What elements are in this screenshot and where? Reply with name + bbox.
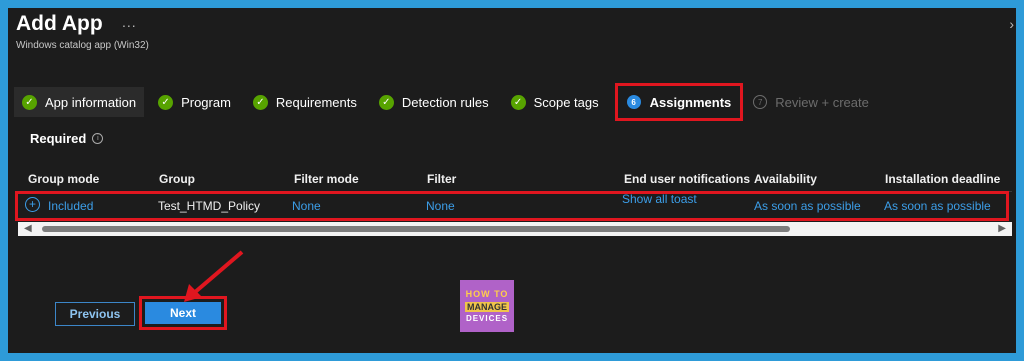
red-arrow-annotation bbox=[184, 250, 244, 302]
add-app-panel: Add App ... Windows catalog app (Win32) … bbox=[8, 8, 1016, 353]
